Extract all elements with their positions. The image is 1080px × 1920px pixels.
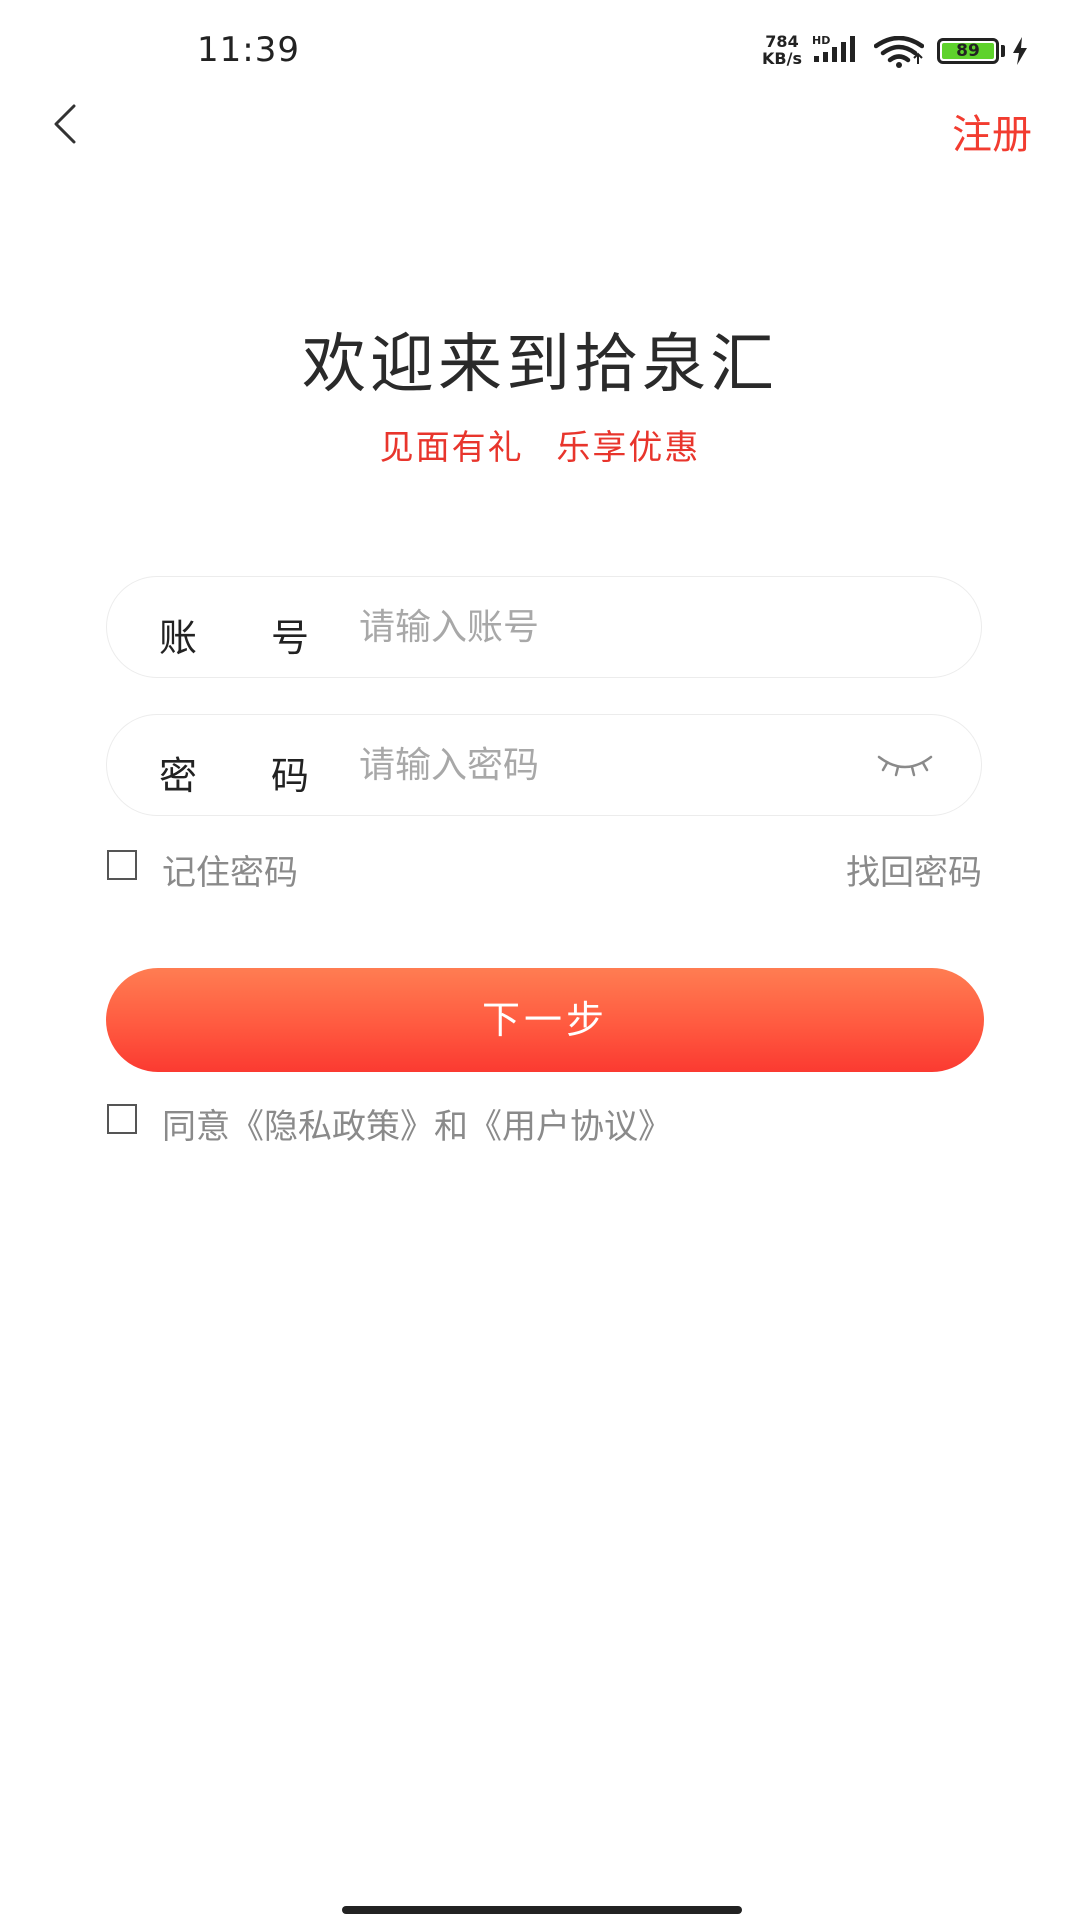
remember-password-checkbox[interactable]	[107, 850, 137, 880]
home-indicator[interactable]	[342, 1906, 742, 1914]
signal-icon: HD	[812, 34, 855, 62]
wifi-icon	[874, 36, 924, 68]
register-link[interactable]: 注册	[952, 102, 1032, 160]
network-type-label: HD	[812, 34, 830, 47]
user-agreement-link[interactable]: 《用户协议》	[468, 1107, 672, 1147]
charging-bolt-icon	[1013, 37, 1027, 65]
chevron-left-icon[interactable]	[50, 104, 80, 144]
password-label: 密码	[159, 754, 309, 798]
status-time: 11:39	[197, 30, 300, 70]
password-field[interactable]: 密码	[106, 714, 982, 816]
agreement-text: 同意《隐私政策》和《用户协议》	[162, 1099, 672, 1148]
forgot-password-link[interactable]: 找回密码	[846, 845, 982, 894]
agreement-prefix: 同意	[162, 1107, 230, 1147]
password-input[interactable]	[359, 737, 839, 793]
privacy-policy-link[interactable]: 《隐私政策》	[230, 1107, 434, 1147]
network-speed-value: 784	[765, 32, 799, 51]
welcome-title: 欢迎来到拾泉汇	[302, 328, 778, 402]
battery-level: 89	[942, 43, 994, 60]
account-label: 账号	[159, 616, 309, 660]
battery-icon: 89	[937, 38, 999, 64]
slogan: 见面有礼 乐享优惠	[379, 428, 701, 468]
account-input[interactable]	[359, 599, 839, 655]
network-speed: 784 KB/s	[757, 33, 807, 67]
next-button[interactable]: 下一步	[106, 968, 984, 1072]
account-field[interactable]: 账号	[106, 576, 982, 678]
agreement-checkbox[interactable]	[107, 1104, 137, 1134]
agreement-joiner: 和	[434, 1107, 468, 1147]
network-speed-unit: KB/s	[762, 49, 802, 68]
eye-closed-icon[interactable]	[877, 751, 933, 777]
remember-password-label[interactable]: 记住密码	[162, 845, 298, 894]
battery-cap	[1001, 45, 1005, 57]
